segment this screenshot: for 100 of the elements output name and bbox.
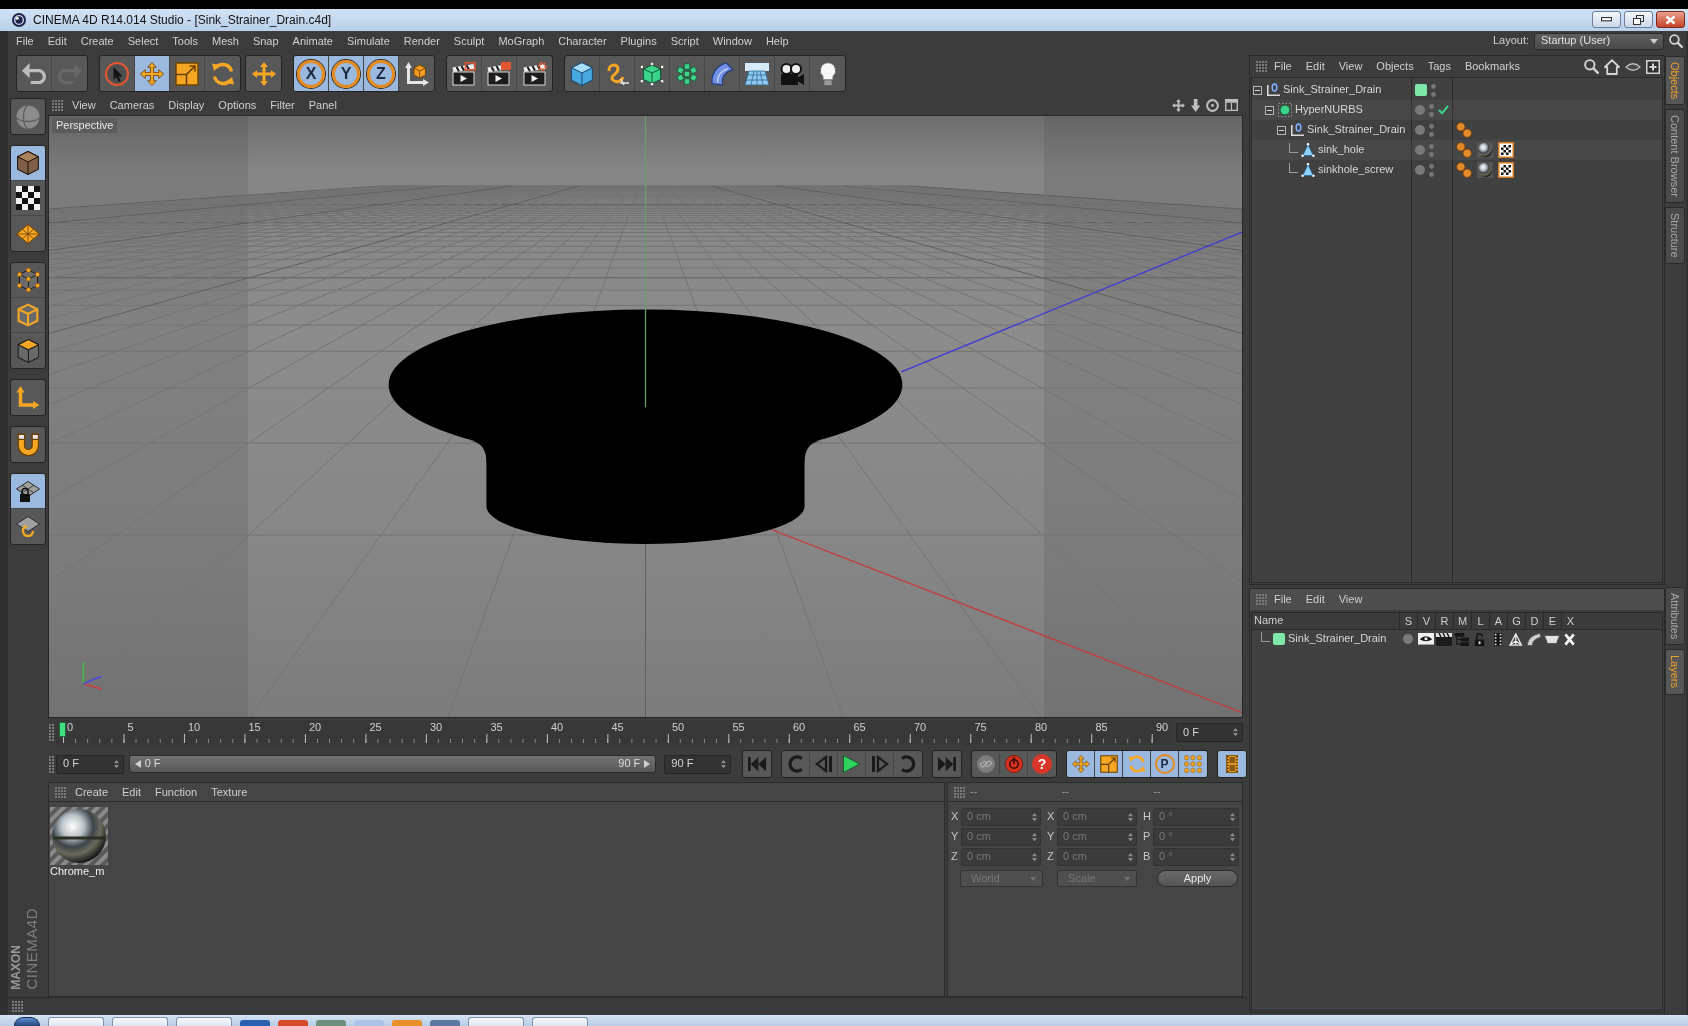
column-header[interactable]: D — [1525, 613, 1543, 629]
key-rotation-button[interactable] — [1123, 751, 1151, 777]
layout-dropdown[interactable]: Startup (User) — [1534, 32, 1664, 50]
axis-lock-button[interactable]: Y — [329, 56, 364, 91]
grip-icon[interactable] — [1256, 594, 1267, 605]
menu-item[interactable]: Edit — [40, 32, 74, 50]
start-button[interactable] — [14, 1017, 40, 1026]
drain-model[interactable] — [388, 309, 903, 544]
menu-item[interactable]: Select — [120, 32, 166, 50]
side-tab[interactable]: Content Browser — [1665, 109, 1685, 204]
grid-lock-button[interactable] — [11, 474, 45, 509]
timeline-button[interactable] — [1217, 750, 1247, 778]
frame-field[interactable]: 0 F — [56, 754, 124, 774]
object-row[interactable]: sink_hole — [1252, 140, 1662, 160]
menu-item[interactable]: File — [9, 32, 41, 50]
object-row[interactable]: HyperNURBS — [1252, 100, 1662, 120]
visibility-dots-icon[interactable] — [1429, 163, 1434, 177]
material-preview[interactable] — [50, 807, 108, 865]
viewport[interactable]: Perspective — [48, 115, 1243, 718]
menu-item[interactable]: Edit — [115, 783, 148, 801]
frame-field[interactable]: 0 F — [1176, 723, 1243, 742]
menu-item[interactable]: Help — [758, 32, 796, 50]
menu-item[interactable]: Simulate — [339, 32, 397, 50]
snap-button[interactable] — [10, 426, 46, 463]
collapse-icon[interactable] — [1253, 85, 1262, 95]
filmstrip-icon[interactable] — [1493, 632, 1503, 646]
eye-icon[interactable] — [1418, 633, 1434, 645]
menu-item[interactable]: Panel — [301, 97, 344, 114]
pyramid-icon[interactable] — [1509, 632, 1523, 646]
new-panel-icon[interactable] — [1646, 59, 1660, 74]
menu-item[interactable]: Filter — [263, 97, 302, 114]
axis-mode-button[interactable] — [10, 379, 46, 416]
column-header[interactable]: R — [1435, 613, 1453, 629]
search-icon[interactable] — [1669, 34, 1683, 48]
preview-range-bar[interactable]: 0 F 90 F — [128, 755, 657, 773]
column-header[interactable]: S — [1399, 613, 1417, 629]
model-mode-button[interactable] — [11, 146, 45, 181]
menu-item[interactable]: Display — [161, 97, 212, 114]
menu-item[interactable]: Objects — [1369, 58, 1421, 75]
layer-row[interactable]: Sink_Strainer_Drain — [1252, 630, 1662, 648]
menu-item[interactable]: Sculpt — [446, 32, 492, 50]
column-header[interactable]: Name — [1252, 614, 1399, 628]
grip-icon[interactable] — [12, 1001, 23, 1012]
layer-dot-icon[interactable] — [1415, 105, 1425, 115]
checker-tag-icon[interactable] — [1498, 162, 1514, 178]
grip-icon[interactable] — [55, 786, 66, 798]
taskbar-button[interactable] — [532, 1017, 588, 1026]
visibility-dots-icon[interactable] — [1429, 143, 1434, 157]
menu-item[interactable]: Cameras — [102, 97, 162, 114]
menu-item[interactable]: File — [1267, 58, 1299, 75]
menu-item[interactable]: Options — [211, 97, 264, 114]
side-tab[interactable]: Structure — [1665, 207, 1685, 264]
menu-item[interactable]: Animate — [285, 32, 340, 50]
collapse-icon[interactable] — [1277, 125, 1286, 135]
column-header[interactable]: L — [1471, 613, 1489, 629]
menu-item[interactable]: Render — [396, 32, 447, 50]
menu-item[interactable]: Bookmarks — [1457, 58, 1527, 75]
menu-item[interactable]: Window — [705, 32, 759, 50]
column-header[interactable]: V — [1417, 613, 1435, 629]
menu-item[interactable]: Tools — [165, 32, 205, 50]
arrow-right-icon[interactable] — [644, 760, 651, 768]
check-icon[interactable] — [1438, 105, 1449, 115]
bend-deformer-icon[interactable] — [1526, 632, 1542, 646]
layer-swatch-icon[interactable] — [1415, 84, 1427, 96]
visibility-dots-icon[interactable] — [1431, 83, 1436, 97]
column-header[interactable]: A — [1489, 613, 1507, 629]
key-parameter-button[interactable]: P — [1151, 751, 1179, 777]
go-to-end-button[interactable] — [932, 750, 962, 778]
grip-icon[interactable] — [49, 724, 54, 741]
menu-item[interactable]: MoGraph — [491, 32, 552, 50]
layer-dot-icon[interactable] — [1415, 165, 1425, 175]
menu-item[interactable]: Texture — [204, 783, 255, 801]
grip-icon[interactable] — [1256, 61, 1267, 72]
object-row[interactable]: sinkhole_screw — [1252, 160, 1662, 180]
close-button[interactable] — [1656, 11, 1685, 28]
menu-item[interactable]: Tags — [1420, 58, 1458, 75]
menu-item[interactable]: Edit — [1298, 58, 1332, 75]
move-tool-button[interactable] — [135, 56, 170, 91]
phong-tag-icon[interactable] — [1456, 142, 1472, 158]
cup-icon[interactable] — [1544, 634, 1560, 644]
column-header[interactable]: E — [1543, 613, 1561, 629]
clapperboard-icon[interactable] — [1436, 632, 1452, 646]
taskbar-button[interactable] — [48, 1017, 104, 1026]
object-row[interactable]: Sink_Strainer_Drain — [1252, 120, 1662, 140]
target-icon[interactable] — [1206, 99, 1219, 112]
go-to-start-button[interactable] — [742, 750, 772, 778]
grip-icon[interactable] — [49, 755, 54, 773]
material-tag-icon[interactable] — [1477, 162, 1493, 178]
home-icon[interactable] — [1604, 58, 1620, 75]
visibility-dots-icon[interactable] — [1429, 103, 1434, 117]
menu-item[interactable]: Plugins — [613, 32, 664, 50]
layer-swatch-icon[interactable] — [1273, 633, 1285, 645]
visibility-dots-icon[interactable] — [1429, 123, 1434, 137]
cross-icon[interactable] — [1564, 632, 1576, 646]
collapse-icon[interactable] — [1265, 105, 1274, 115]
solo-dot-icon[interactable] — [1403, 634, 1413, 644]
key-scale-button[interactable] — [1095, 751, 1123, 777]
grip-icon[interactable] — [52, 100, 63, 111]
layer-dot-icon[interactable] — [1415, 125, 1425, 135]
lens-icon[interactable] — [1625, 62, 1641, 71]
